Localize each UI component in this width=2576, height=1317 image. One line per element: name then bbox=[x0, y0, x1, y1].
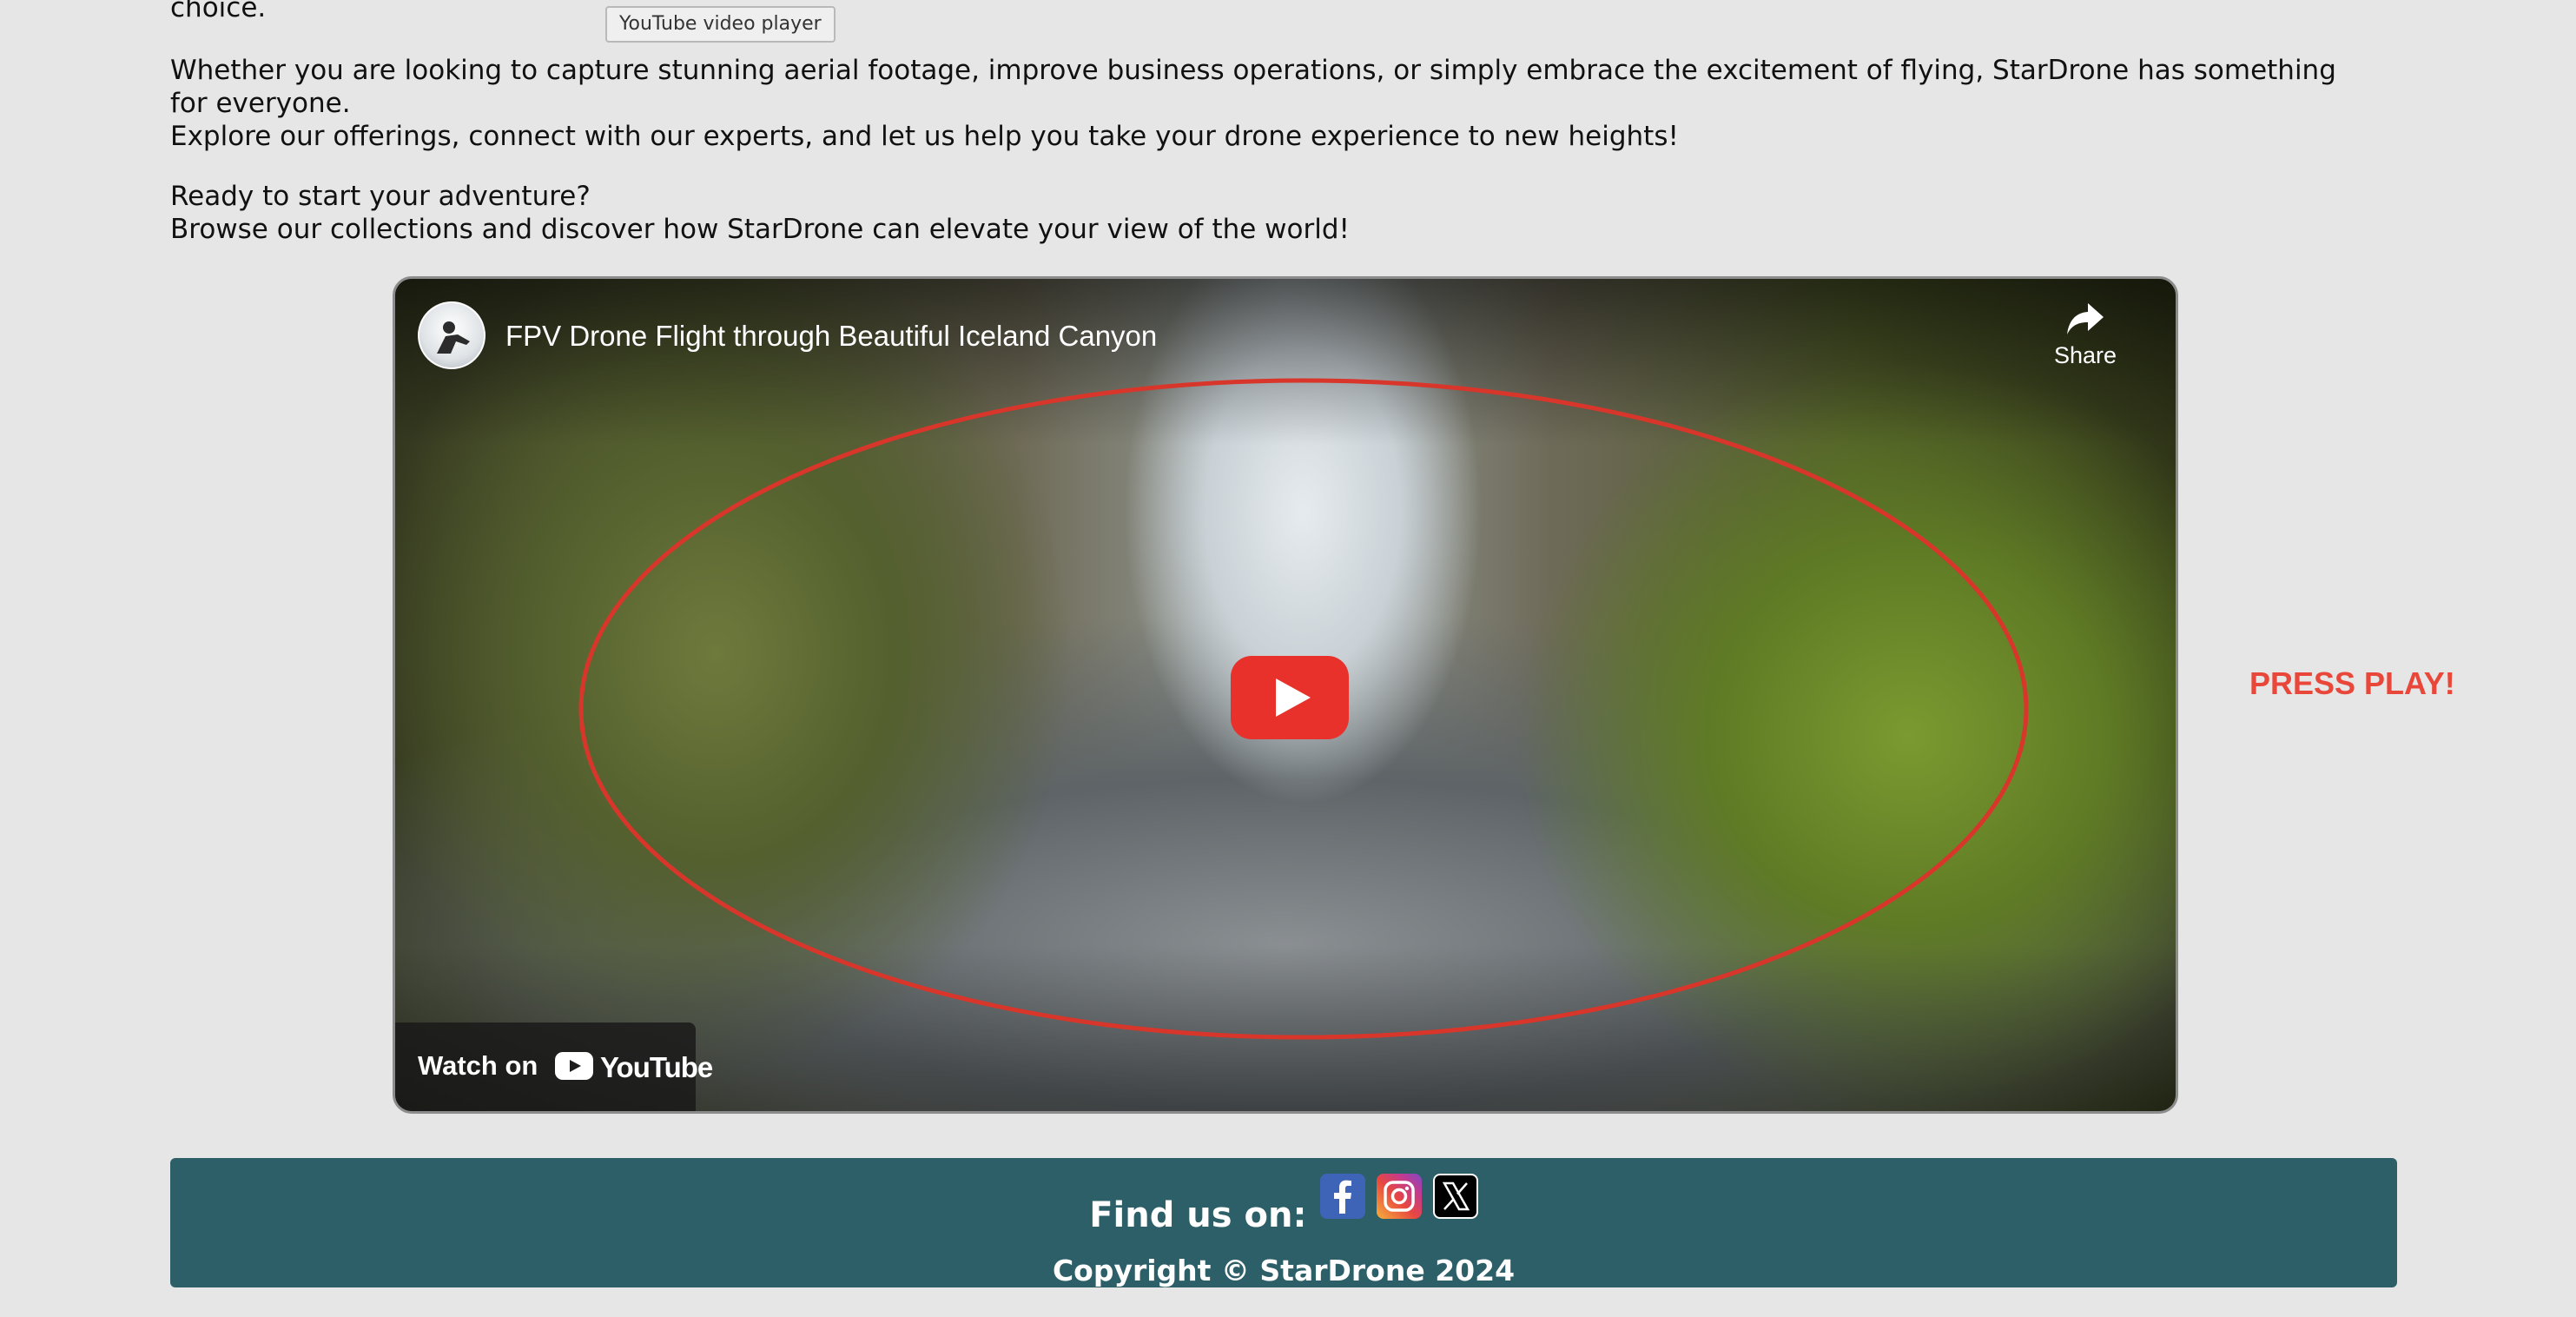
intro-line: for everyone. bbox=[170, 88, 351, 119]
site-footer: Find us on: Copyright © StarDrone 2024 bbox=[170, 1158, 2397, 1287]
youtube-logo-text: YouTube bbox=[600, 1051, 713, 1083]
video-player-tooltip: YouTube video player bbox=[605, 6, 836, 43]
share-label: Share bbox=[2053, 342, 2117, 368]
watch-on-youtube-button[interactable]: Watch on YouTube bbox=[395, 1022, 713, 1111]
intro-top-line: choice. bbox=[170, 0, 267, 23]
intro-line: Browse our collections and discover how … bbox=[170, 214, 1350, 245]
instagram-icon[interactable] bbox=[1376, 1174, 1422, 1219]
intro-line: Ready to start your adventure? bbox=[170, 181, 591, 212]
intro-paragraph-1: Whether you are looking to capture stunn… bbox=[170, 54, 2336, 153]
find-us-label: Find us on: bbox=[1089, 1195, 1307, 1235]
drone-pilot-icon bbox=[437, 321, 470, 354]
page: choice. YouTube video player Whether you… bbox=[0, 0, 2576, 1317]
youtube-play-logo-icon bbox=[555, 1052, 593, 1080]
intro-paragraph-2: Ready to start your adventure? Browse ou… bbox=[170, 180, 1350, 246]
channel-avatar[interactable] bbox=[418, 301, 485, 369]
intro-line: Explore our offerings, connect with our … bbox=[170, 121, 1679, 152]
facebook-icon[interactable] bbox=[1319, 1174, 1365, 1219]
x-icon[interactable] bbox=[1432, 1174, 1478, 1219]
youtube-video-player[interactable]: FPV Drone Flight through Beautiful Icela… bbox=[393, 276, 2178, 1114]
watch-on-label: Watch on bbox=[418, 1050, 538, 1081]
press-play-annotation: PRESS PLAY! bbox=[2249, 665, 2455, 701]
social-links: Find us on: bbox=[170, 1174, 2397, 1235]
copyright-text: Copyright © StarDrone 2024 bbox=[1052, 1254, 1516, 1287]
share-arrow-icon bbox=[2067, 303, 2104, 334]
share-button[interactable]: Share bbox=[2033, 301, 2137, 369]
play-button[interactable] bbox=[1231, 656, 1349, 739]
intro-line: Whether you are looking to capture stunn… bbox=[170, 55, 2336, 86]
play-icon bbox=[1231, 656, 1349, 739]
video-title-link[interactable]: FPV Drone Flight through Beautiful Icela… bbox=[505, 319, 1157, 354]
